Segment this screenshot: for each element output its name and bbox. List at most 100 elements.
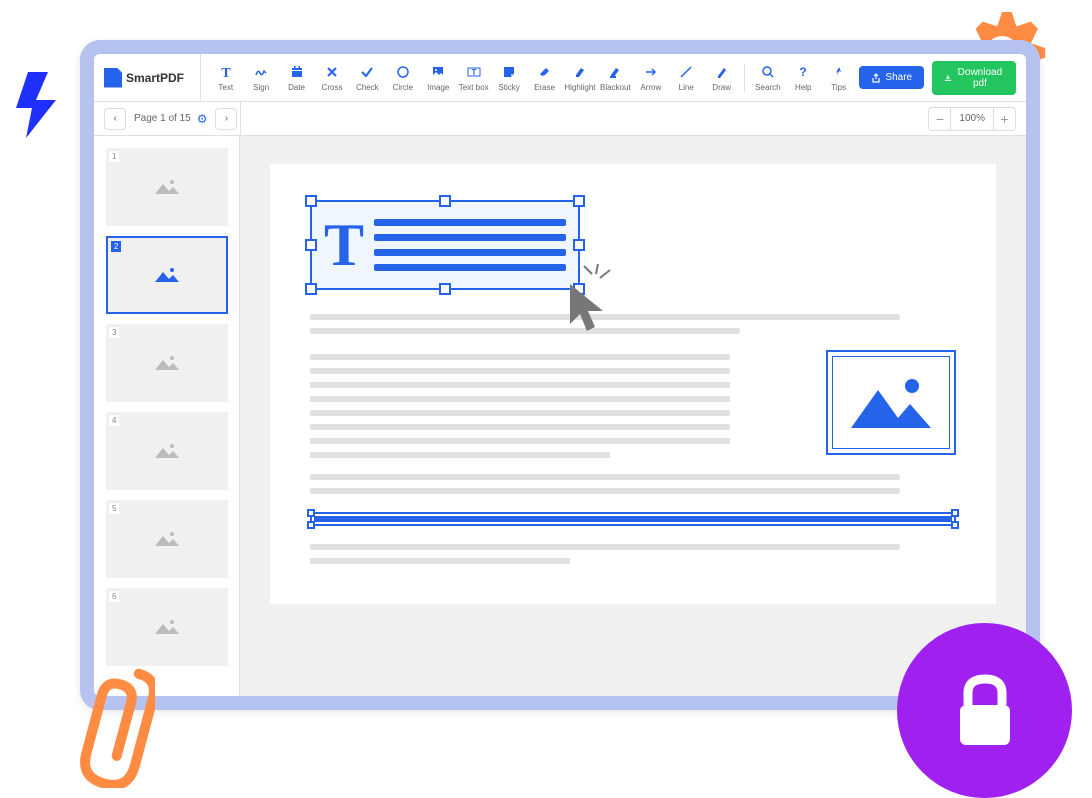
svg-text:T: T xyxy=(221,66,231,79)
image-selection[interactable] xyxy=(826,350,956,455)
text-line xyxy=(310,438,730,444)
prev-page-button[interactable]: ‹ xyxy=(104,108,126,130)
image-placeholder-icon xyxy=(153,616,181,638)
tool-erase[interactable]: Erase xyxy=(528,54,561,101)
pager-bar: ‹ Page 1 of 15 ⚙ › − 100% + xyxy=(94,102,1026,136)
document-page[interactable]: T xyxy=(270,164,996,604)
image-placeholder-icon xyxy=(153,264,181,286)
zoom-in-button[interactable]: + xyxy=(993,108,1015,130)
tool-help[interactable]: ? Help xyxy=(787,54,820,101)
date-icon xyxy=(289,64,305,80)
sign-icon xyxy=(253,64,269,80)
tool-cross[interactable]: Cross xyxy=(315,54,348,101)
text-line xyxy=(310,488,900,494)
resize-handle[interactable] xyxy=(951,521,959,529)
tool-line[interactable]: Line xyxy=(670,54,703,101)
check-icon xyxy=(359,64,375,80)
image-placeholder-icon xyxy=(846,368,936,438)
thumbnail-3[interactable]: 3 xyxy=(106,324,228,402)
text-line xyxy=(310,452,610,458)
draw-icon xyxy=(714,64,730,80)
highlight-icon xyxy=(572,64,588,80)
text-line xyxy=(310,474,900,480)
resize-handle[interactable] xyxy=(305,195,317,207)
tool-circle[interactable]: Circle xyxy=(386,54,419,101)
line-selection[interactable] xyxy=(310,512,956,526)
help-icon: ? xyxy=(795,64,811,80)
tool-arrow[interactable]: Arrow xyxy=(634,54,667,101)
zoom-out-button[interactable]: − xyxy=(929,108,951,130)
share-button[interactable]: Share xyxy=(859,66,924,89)
main-area: 1 2 3 4 5 6 xyxy=(94,136,1026,696)
text-line xyxy=(310,558,570,564)
tool-check[interactable]: Check xyxy=(351,54,384,101)
page-indicator: Page 1 of 15 ⚙ xyxy=(134,112,207,126)
lock-badge xyxy=(897,623,1072,798)
line-icon xyxy=(678,64,694,80)
tool-date[interactable]: Date xyxy=(280,54,313,101)
sticky-icon xyxy=(501,64,517,80)
erase-icon xyxy=(537,64,553,80)
canvas[interactable]: T xyxy=(240,136,1026,696)
textbox-icon: T xyxy=(466,64,482,80)
tool-blackout[interactable]: Blackout xyxy=(599,54,632,101)
svg-text:?: ? xyxy=(800,65,807,79)
text-glyph: T xyxy=(324,215,364,275)
app-logo[interactable]: SmartPDF xyxy=(104,54,201,101)
text-line xyxy=(310,544,900,550)
tool-image[interactable]: Image xyxy=(422,54,455,101)
text-icon: T xyxy=(218,64,234,80)
download-button[interactable]: Download pdf xyxy=(932,61,1016,95)
resize-handle[interactable] xyxy=(573,239,585,251)
tool-tips[interactable]: Tips xyxy=(822,54,855,101)
tips-icon xyxy=(831,64,847,80)
sidebar-divider xyxy=(240,102,241,135)
page-settings-icon[interactable]: ⚙ xyxy=(197,112,208,126)
tool-draw[interactable]: Draw xyxy=(705,54,738,101)
tool-sign[interactable]: Sign xyxy=(244,54,277,101)
zoom-value: 100% xyxy=(951,113,993,124)
resize-handle[interactable] xyxy=(439,283,451,295)
cursor-icon xyxy=(565,279,615,339)
resize-handle[interactable] xyxy=(307,521,315,529)
blackout-icon xyxy=(607,64,623,80)
toolbar: SmartPDF T Text Sign Date Cross Check Ci… xyxy=(94,54,1026,102)
text-line xyxy=(310,354,730,360)
toolbar-separator xyxy=(744,64,745,92)
bolt-decoration xyxy=(8,70,68,140)
resize-handle[interactable] xyxy=(305,283,317,295)
resize-handle[interactable] xyxy=(439,195,451,207)
tool-textbox[interactable]: T Text box xyxy=(457,54,490,101)
image-placeholder-icon xyxy=(153,176,181,198)
next-page-button[interactable]: › xyxy=(215,108,237,130)
share-icon xyxy=(871,73,881,83)
download-icon xyxy=(944,73,952,83)
tool-sticky[interactable]: Sticky xyxy=(492,54,525,101)
image-placeholder-icon xyxy=(153,440,181,462)
zoom-control: − 100% + xyxy=(928,107,1016,131)
resize-handle[interactable] xyxy=(307,509,315,517)
logo-icon xyxy=(104,68,122,88)
text-line xyxy=(310,410,730,416)
thumbnail-5[interactable]: 5 xyxy=(106,500,228,578)
search-icon xyxy=(760,64,776,80)
resize-handle[interactable] xyxy=(305,239,317,251)
arrow-icon xyxy=(643,64,659,80)
thumbnail-4[interactable]: 4 xyxy=(106,412,228,490)
cross-icon xyxy=(324,64,340,80)
resize-handle[interactable] xyxy=(573,195,585,207)
thumbnail-1[interactable]: 1 xyxy=(106,148,228,226)
tool-text[interactable]: T Text xyxy=(209,54,242,101)
lock-icon xyxy=(950,671,1020,751)
tool-search[interactable]: Search xyxy=(751,54,784,101)
resize-handle[interactable] xyxy=(951,509,959,517)
image-placeholder-icon xyxy=(153,352,181,374)
tool-highlight[interactable]: Highlight xyxy=(563,54,596,101)
text-block-selection[interactable]: T xyxy=(310,200,580,290)
thumbnail-panel: 1 2 3 4 5 6 xyxy=(94,136,240,696)
thumbnail-6[interactable]: 6 xyxy=(106,588,228,666)
app-window: SmartPDF T Text Sign Date Cross Check Ci… xyxy=(80,40,1040,710)
text-line xyxy=(310,382,730,388)
paperclip-decoration xyxy=(65,658,155,788)
thumbnail-2[interactable]: 2 xyxy=(106,236,228,314)
